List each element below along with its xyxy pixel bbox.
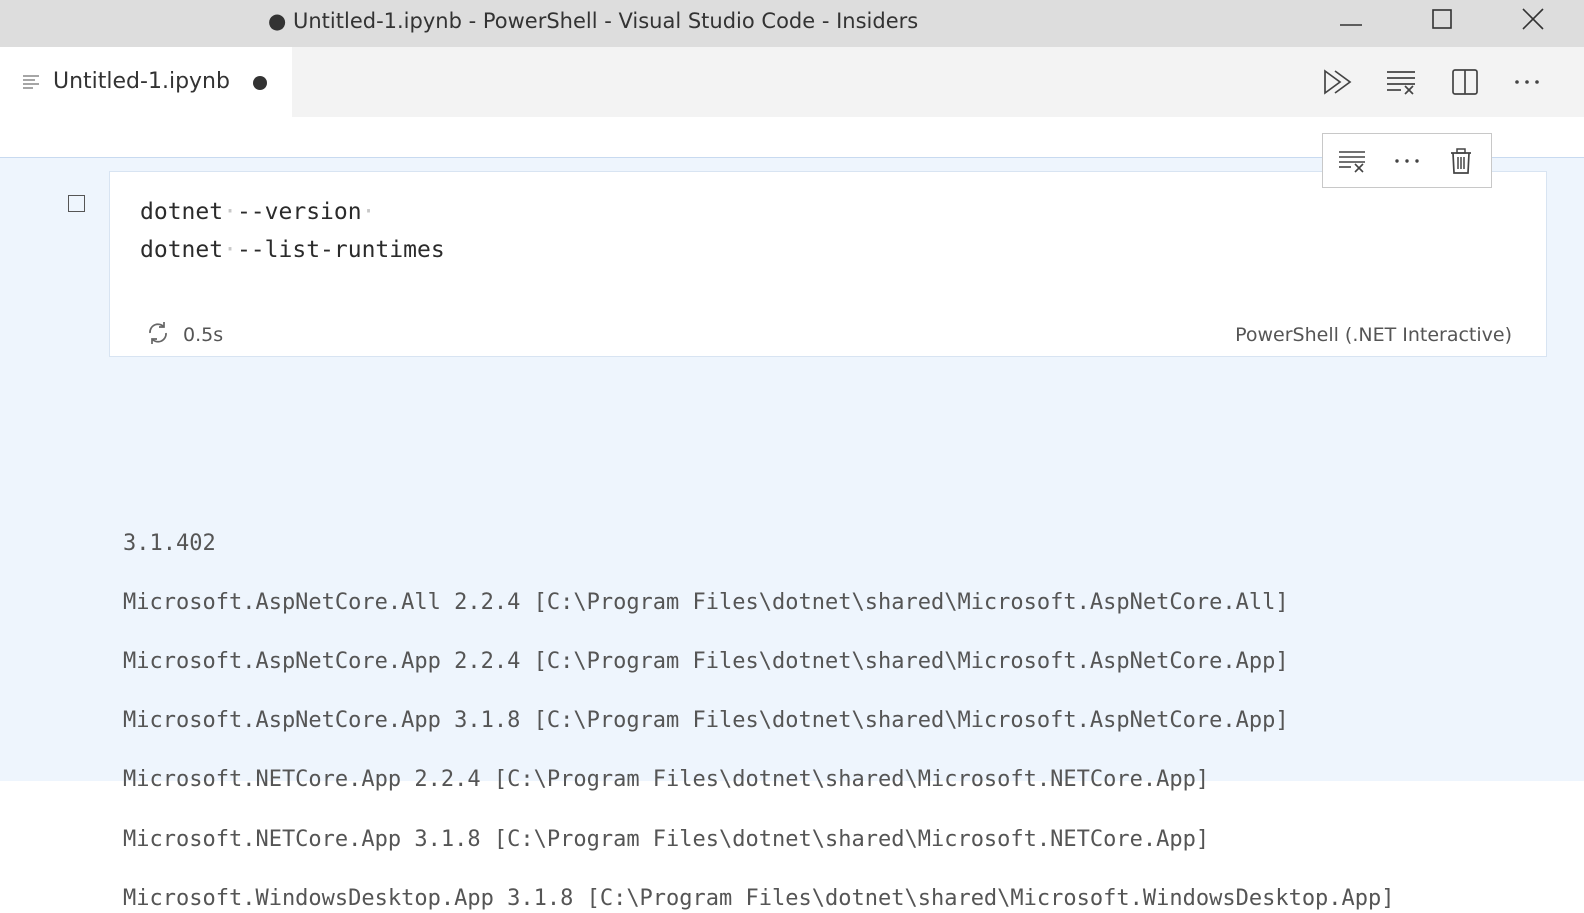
tab-label: Untitled-1.ipynb bbox=[53, 69, 230, 94]
title-bar: ● Untitled-1.ipynb - PowerShell - Visual… bbox=[0, 0, 1584, 47]
output-line: Microsoft.WindowsDesktop.App 3.1.8 [C:\P… bbox=[123, 886, 1395, 911]
notebook-editor: dotnet·--version· dotnet·--list-runtimes… bbox=[0, 157, 1584, 911]
delete-cell-button[interactable] bbox=[1443, 143, 1479, 179]
unsaved-dot-icon[interactable] bbox=[253, 76, 267, 90]
output-line: Microsoft.AspNetCore.App 3.1.8 [C:\Progr… bbox=[123, 708, 1289, 733]
run-all-button[interactable] bbox=[1316, 61, 1358, 103]
code-line-2: dotnet·--list-runtimes bbox=[140, 237, 445, 263]
output-line: Microsoft.NETCore.App 3.1.8 [C:\Program … bbox=[123, 827, 1210, 852]
cell-select-checkbox[interactable] bbox=[68, 195, 85, 212]
more-actions-button[interactable] bbox=[1506, 61, 1548, 103]
tab-bar: Untitled-1.ipynb bbox=[0, 47, 1584, 117]
maximize-button[interactable] bbox=[1419, 0, 1465, 38]
cell-more-button[interactable] bbox=[1389, 143, 1425, 179]
window-title: ● Untitled-1.ipynb - PowerShell - Visual… bbox=[268, 9, 919, 33]
delete-icon bbox=[1451, 148, 1471, 174]
code-line-1: dotnet·--version· bbox=[140, 199, 376, 225]
run-all-icon bbox=[1324, 69, 1352, 95]
minimize-icon bbox=[1340, 24, 1362, 26]
output-line: Microsoft.NETCore.App 2.2.4 [C:\Program … bbox=[123, 767, 1210, 792]
cell-language-label[interactable]: PowerShell (.NET Interactive) bbox=[1235, 323, 1512, 347]
maximize-icon bbox=[1432, 9, 1452, 29]
more-icon bbox=[1395, 159, 1419, 163]
clear-cell-output-button[interactable] bbox=[1334, 143, 1370, 179]
notebook-file-icon bbox=[23, 75, 39, 89]
more-actions-icon bbox=[1515, 80, 1539, 84]
clear-output-icon bbox=[1339, 151, 1365, 173]
tab-untitled-1[interactable]: Untitled-1.ipynb bbox=[0, 47, 292, 117]
close-button[interactable] bbox=[1510, 0, 1556, 38]
code-cell-editor[interactable]: dotnet·--version· dotnet·--list-runtimes… bbox=[109, 171, 1547, 357]
output-line: 3.1.402 bbox=[123, 531, 216, 556]
output-line: Microsoft.AspNetCore.App 2.2.4 [C:\Progr… bbox=[123, 649, 1289, 674]
refresh-icon bbox=[149, 322, 167, 344]
minimize-button[interactable] bbox=[1328, 0, 1374, 38]
output-line: Microsoft.AspNetCore.All 2.2.4 [C:\Progr… bbox=[123, 590, 1289, 615]
close-icon bbox=[1522, 8, 1544, 30]
clear-all-outputs-button[interactable] bbox=[1380, 61, 1422, 103]
cell-toolbar bbox=[1322, 133, 1492, 188]
split-editor-icon bbox=[1452, 69, 1478, 95]
split-editor-button[interactable] bbox=[1444, 61, 1486, 103]
clear-all-outputs-icon bbox=[1387, 71, 1415, 95]
execution-time: 0.5s bbox=[183, 324, 224, 346]
